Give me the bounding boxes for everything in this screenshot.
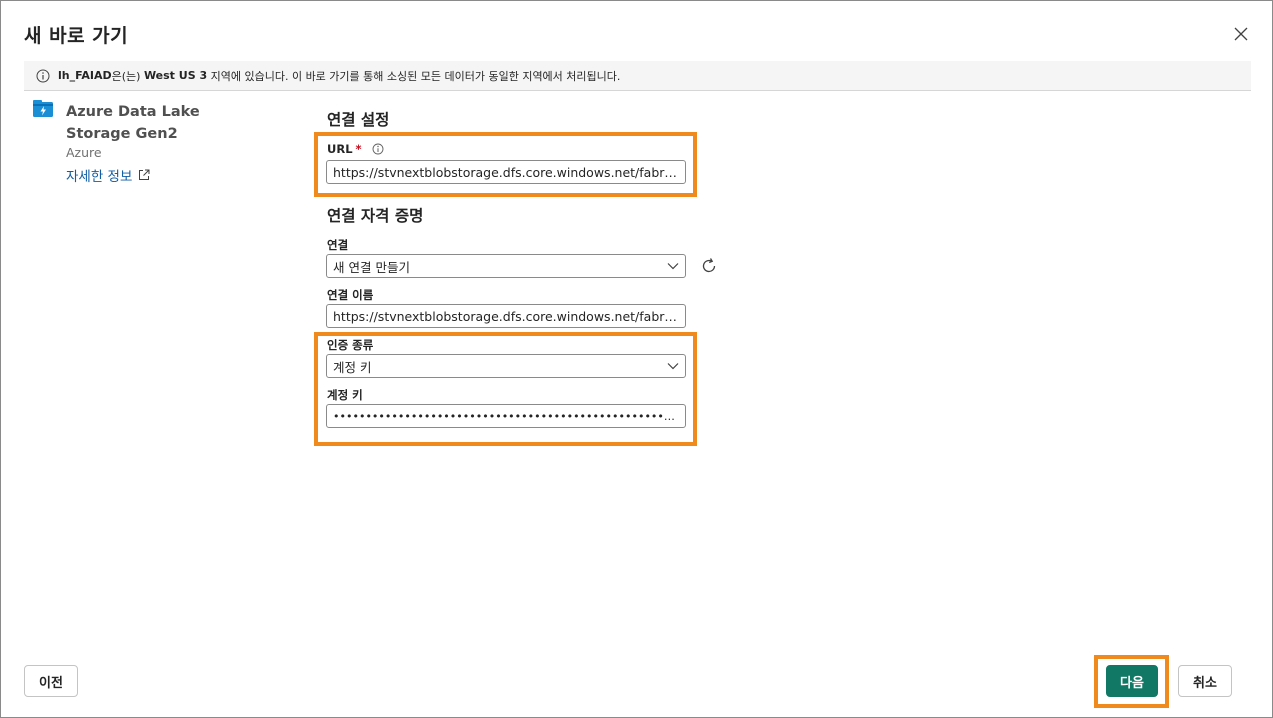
storage-icon	[33, 100, 55, 118]
info-text-2: 지역에 있습니다. 이 바로 가기를 통해 소싱된 모든 데이터가 동일한 지역…	[207, 69, 621, 83]
learn-more-label: 자세한 정보	[66, 169, 133, 185]
cancel-button[interactable]: 취소	[1178, 665, 1232, 697]
external-link-icon	[138, 169, 150, 181]
info-icon	[36, 69, 50, 83]
connection-select[interactable]: 새 연결 만들기	[326, 254, 686, 278]
source-category: Azure	[66, 145, 102, 160]
back-button[interactable]: 이전	[24, 665, 78, 697]
region-name: West US 3	[143, 69, 208, 82]
chevron-down-icon	[667, 262, 679, 270]
learn-more-link[interactable]: 자세한 정보	[66, 165, 150, 185]
connection-settings-title: 연결 설정	[327, 111, 390, 129]
connection-select-value: 새 연결 만들기	[333, 259, 410, 275]
next-button[interactable]: 다음	[1106, 665, 1158, 697]
refresh-icon	[700, 257, 718, 275]
refresh-button[interactable]	[698, 255, 720, 277]
connection-name-input[interactable]: https://stvnextblobstorage.dfs.core.wind…	[326, 304, 686, 328]
url-highlight-box	[314, 132, 697, 197]
info-text-1: 은(는)	[111, 69, 144, 83]
connection-name-value: https://stvnextblobstorage.dfs.core.wind…	[333, 308, 679, 324]
new-shortcut-dialog: 새 바로 가기 lh_FAIAD 은(는) West US 3 지역에 있습니다…	[0, 0, 1273, 718]
connection-name-label: 연결 이름	[327, 288, 374, 302]
lakehouse-name: lh_FAIAD	[58, 69, 112, 82]
connection-credentials-title: 연결 자격 증명	[327, 207, 424, 225]
dialog-title: 새 바로 가기	[24, 25, 129, 47]
connection-label: 연결	[327, 238, 349, 252]
auth-highlight-box	[314, 332, 697, 446]
source-name: Azure Data Lake Storage Gen2	[66, 104, 200, 142]
close-icon	[1234, 27, 1248, 41]
region-info-bar: lh_FAIAD 은(는) West US 3 지역에 있습니다. 이 바로 가…	[24, 61, 1251, 91]
close-button[interactable]	[1228, 21, 1254, 47]
